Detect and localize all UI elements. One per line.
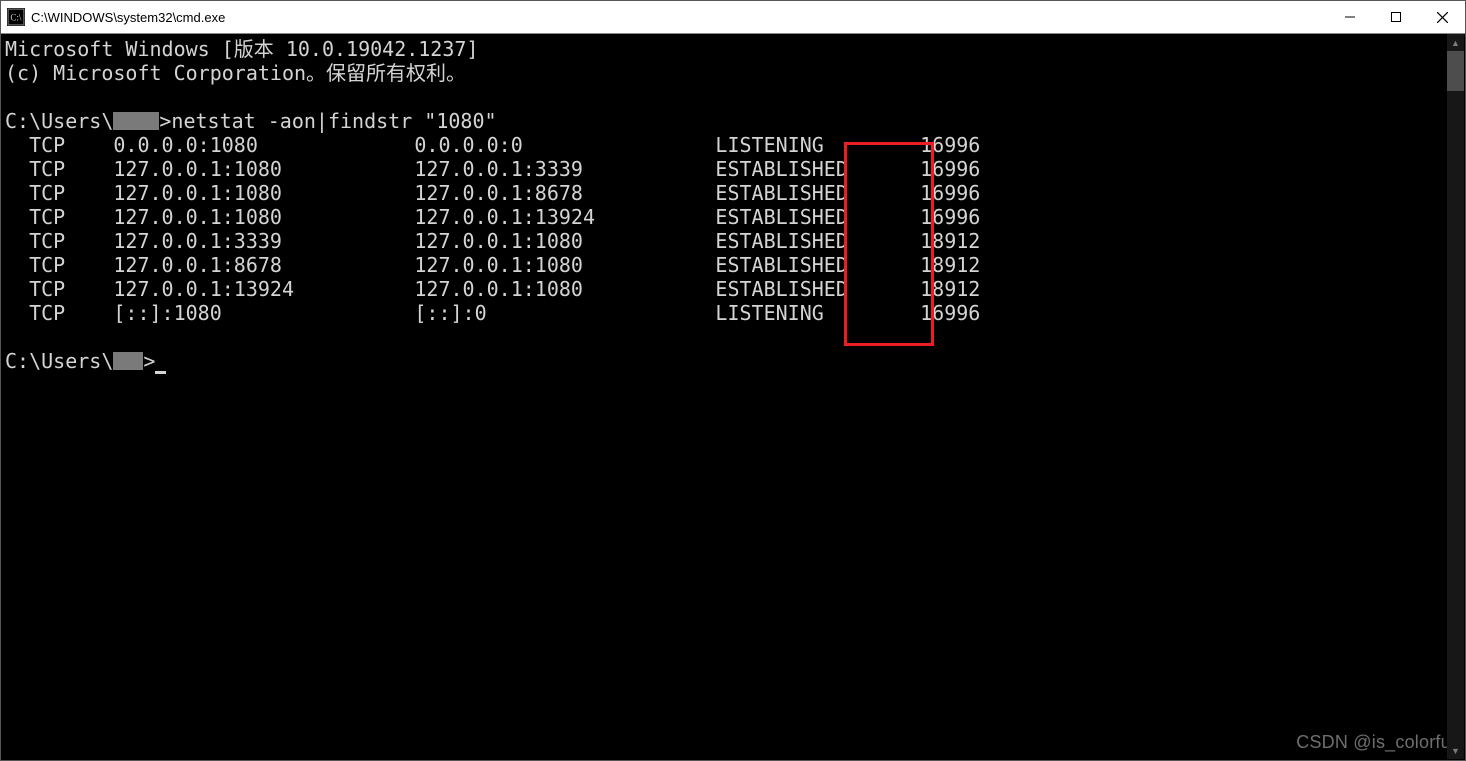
prompt-suffix-2: > [143, 349, 155, 373]
title-bar[interactable]: C:\ C:\WINDOWS\system32\cmd.exe [1, 1, 1465, 34]
cmd-icon: C:\ [7, 8, 25, 26]
prompt-command-line: C:\Users\ >netstat -aon|findstr "1080" [5, 109, 1465, 133]
netstat-row: TCP [::]:1080 [::]:0 LISTENING 16996 [5, 301, 1465, 325]
banner-line2: (c) Microsoft Corporation。保留所有权利。 [5, 61, 1465, 85]
prompt-idle-line: C:\Users\ > [5, 349, 1465, 373]
maximize-button[interactable] [1373, 1, 1419, 33]
netstat-row: TCP 0.0.0.0:1080 0.0.0.0:0 LISTENING 169… [5, 133, 1465, 157]
prompt-prefix-2: C:\Users\ [5, 349, 113, 373]
scroll-up-button[interactable]: ▲ [1447, 34, 1464, 51]
netstat-row: TCP 127.0.0.1:3339 127.0.0.1:1080 ESTABL… [5, 229, 1465, 253]
prompt-prefix: C:\Users\ [5, 109, 113, 133]
scroll-down-button[interactable]: ▼ [1447, 742, 1464, 759]
blank-line-2 [5, 325, 1465, 349]
netstat-row: TCP 127.0.0.1:1080 127.0.0.1:3339 ESTABL… [5, 157, 1465, 181]
prompt-suffix: > [159, 109, 171, 133]
redacted-username-2 [113, 352, 143, 370]
blank-line [5, 85, 1465, 109]
vertical-scrollbar[interactable]: ▲ ▼ [1447, 34, 1464, 759]
netstat-row: TCP 127.0.0.1:1080 127.0.0.1:13924 ESTAB… [5, 205, 1465, 229]
netstat-output: TCP 0.0.0.0:1080 0.0.0.0:0 LISTENING 169… [5, 133, 1465, 325]
watermark: CSDN @is_colorful [1296, 730, 1455, 754]
window-title: C:\WINDOWS\system32\cmd.exe [31, 10, 1327, 25]
terminal-area[interactable]: Microsoft Windows [版本 10.0.19042.1237] (… [1, 34, 1465, 760]
cursor [155, 371, 166, 374]
netstat-row: TCP 127.0.0.1:1080 127.0.0.1:8678 ESTABL… [5, 181, 1465, 205]
netstat-row: TCP 127.0.0.1:8678 127.0.0.1:1080 ESTABL… [5, 253, 1465, 277]
close-button[interactable] [1419, 1, 1465, 33]
banner-line1: Microsoft Windows [版本 10.0.19042.1237] [5, 37, 1465, 61]
window-controls [1327, 1, 1465, 33]
command-text: netstat -aon|findstr "1080" [171, 109, 496, 133]
redacted-username [113, 112, 159, 130]
svg-text:C:\: C:\ [10, 12, 22, 22]
cmd-window: C:\ C:\WINDOWS\system32\cmd.exe Microsof… [0, 0, 1466, 761]
netstat-row: TCP 127.0.0.1:13924 127.0.0.1:1080 ESTAB… [5, 277, 1465, 301]
minimize-button[interactable] [1327, 1, 1373, 33]
scroll-thumb[interactable] [1447, 51, 1464, 91]
